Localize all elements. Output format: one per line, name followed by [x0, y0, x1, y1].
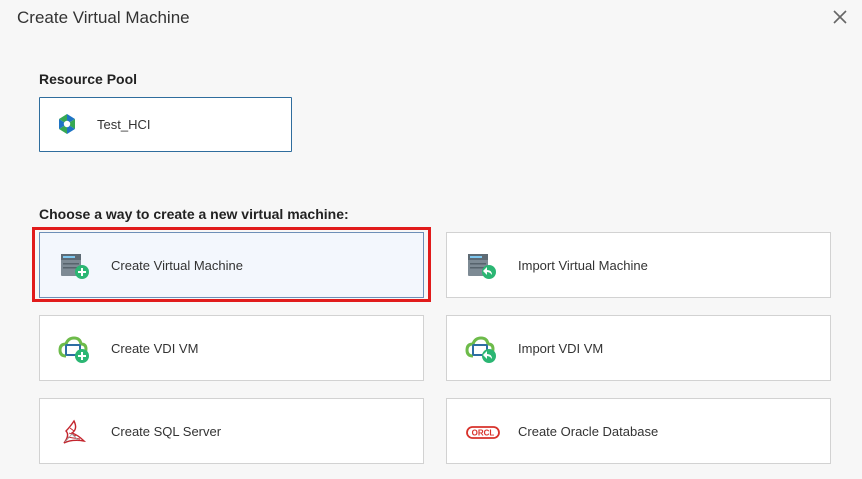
option-label: Import VDI VM [518, 341, 604, 356]
option-label: Create SQL Server [111, 424, 222, 439]
import-virtual-machine-option[interactable]: Import Virtual Machine [446, 232, 831, 298]
import-vdi-vm-option[interactable]: Import VDI VM [446, 315, 831, 381]
option-label: Import Virtual Machine [518, 258, 648, 273]
option-label: Create Virtual Machine [111, 258, 243, 273]
resource-pool-label: Test_HCI [97, 117, 151, 132]
hci-cluster-icon [59, 114, 75, 134]
create-way-heading: Choose a way to create a new virtual mac… [39, 206, 349, 222]
create-oracle-database-option[interactable]: ORCL Create Oracle Database [446, 398, 831, 464]
create-vm-dialog: Create Virtual Machine Resource Pool Tes… [0, 0, 862, 479]
create-sql-server-option[interactable]: Create SQL Server [39, 398, 424, 464]
svg-text:ORCL: ORCL [472, 429, 495, 438]
vdi-add-icon [58, 336, 89, 363]
dialog-title: Create Virtual Machine [17, 8, 190, 27]
resource-pool-heading: Resource Pool [39, 71, 138, 87]
sql-server-icon [63, 419, 87, 444]
option-label: Create VDI VM [111, 341, 199, 356]
server-import-icon [468, 254, 496, 279]
oracle-icon: ORCL [466, 426, 500, 439]
close-icon[interactable] [830, 7, 850, 27]
server-add-icon [61, 254, 89, 279]
create-vdi-vm-option[interactable]: Create VDI VM [39, 315, 424, 381]
resource-pool-card[interactable]: Test_HCI [39, 97, 292, 152]
option-label: Create Oracle Database [518, 424, 659, 439]
create-virtual-machine-option[interactable]: Create Virtual Machine [39, 232, 424, 298]
vdi-import-icon [465, 336, 496, 363]
